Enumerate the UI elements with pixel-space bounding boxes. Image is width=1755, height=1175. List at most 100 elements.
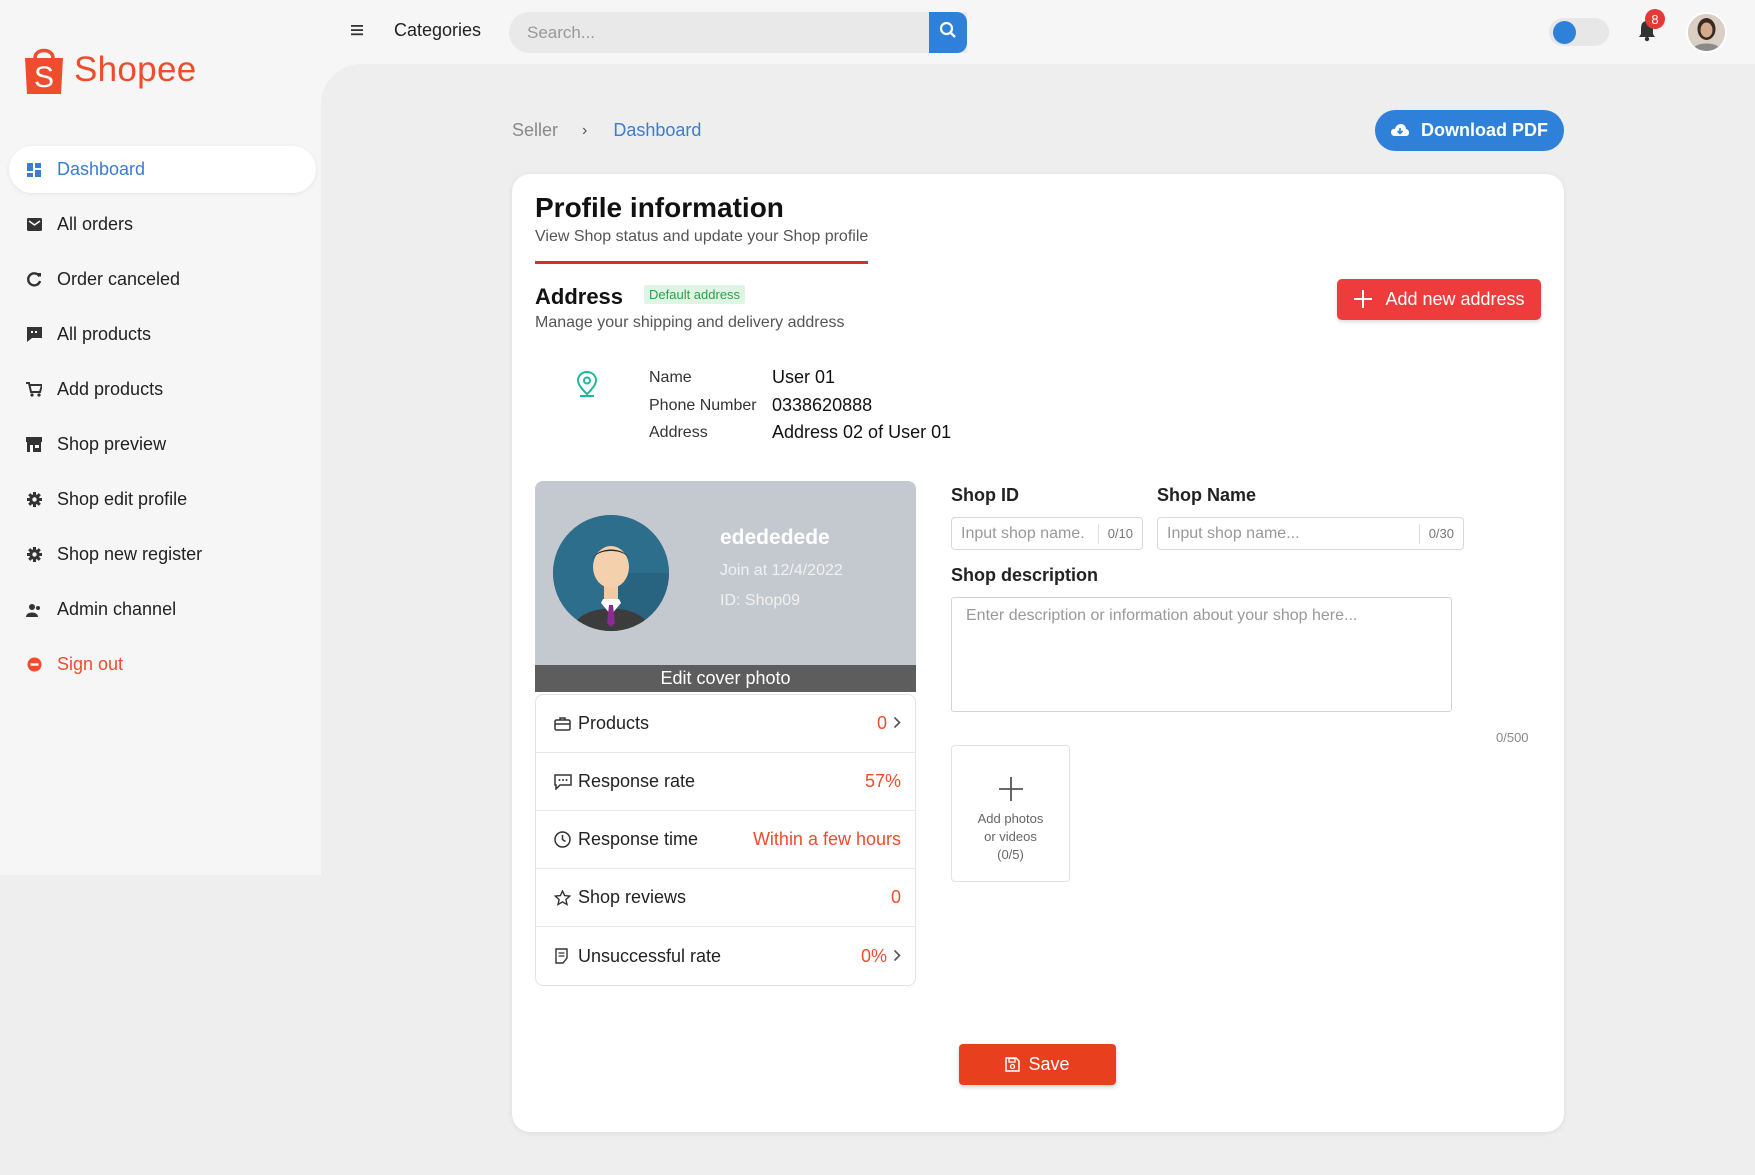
- shop-description-input[interactable]: [952, 598, 1451, 711]
- mail-icon: [25, 216, 43, 234]
- svg-text:S: S: [34, 61, 54, 94]
- search-button[interactable]: [929, 12, 967, 53]
- sidebar-item-shop-preview[interactable]: Shop preview: [9, 421, 316, 468]
- sidebar-item-label: Shop edit profile: [57, 489, 188, 509]
- notification-badge: 8: [1645, 9, 1665, 29]
- sidebar-item-all-orders[interactable]: All orders: [9, 201, 316, 248]
- shop-join-date: Join at 12/4/2022: [720, 562, 843, 579]
- breadcrumb-seller[interactable]: Seller: [512, 120, 558, 141]
- download-pdf-label: Download PDF: [1421, 120, 1548, 140]
- add-media-label: Add photos or videos (0/5): [977, 811, 1044, 862]
- description-char-count: 0/500: [1496, 730, 1529, 745]
- stat-value: 57%: [864, 771, 901, 791]
- shop-cover-card: edededede Join at 12/4/2022 ID: Shop09 E…: [535, 481, 916, 692]
- minus-circle-icon: [25, 656, 43, 674]
- shopee-logo[interactable]: S Shopee: [22, 44, 196, 96]
- shop-id-input[interactable]: [952, 518, 1098, 549]
- shopping-bag-icon: S: [22, 44, 66, 96]
- shop-name-field: 0/30: [1157, 517, 1464, 550]
- shop-name-label: Shop Name: [1157, 485, 1257, 505]
- sidebar-item-label: Sign out: [57, 654, 124, 674]
- shop-stats: Products 0 Response rate 57% Response ti…: [535, 694, 916, 986]
- chevron-right-icon: [893, 946, 901, 967]
- user-avatar[interactable]: [1686, 12, 1727, 53]
- briefcase-icon: [554, 714, 574, 734]
- add-new-address-button[interactable]: Add new address: [1337, 279, 1541, 320]
- location-pin-icon: [575, 370, 599, 398]
- shop-name-input[interactable]: [1158, 518, 1419, 549]
- sidebar-item-label: Shop new register: [57, 544, 203, 564]
- shop-name: edededede: [720, 526, 830, 549]
- stat-unsuccessful-rate[interactable]: Unsuccessful rate 0%: [536, 927, 915, 985]
- shop-id-char-count: 0/10: [1097, 523, 1142, 544]
- plus-icon: [997, 770, 1025, 810]
- dashboard-icon: [25, 161, 43, 179]
- sidebar-item-label: All products: [57, 324, 152, 344]
- sidebar-item-label: Shop preview: [57, 434, 167, 454]
- stat-value: 0: [876, 713, 887, 733]
- sidebar-item-label: Order canceled: [57, 269, 181, 289]
- phone-value: 0338620888: [772, 394, 873, 415]
- theme-toggle[interactable]: [1549, 18, 1609, 46]
- stat-value: Within a few hours: [752, 829, 901, 849]
- shop-name-char-count: 0/30: [1418, 523, 1463, 544]
- sidebar-item-shop-edit-profile[interactable]: Shop edit profile: [9, 476, 316, 523]
- floppy-disk-icon: [1005, 1057, 1021, 1072]
- edit-cover-photo-button[interactable]: Edit cover photo: [535, 665, 916, 692]
- sidebar-item-shop-new-register[interactable]: Shop new register: [9, 531, 316, 578]
- download-pdf-button[interactable]: Download PDF: [1375, 110, 1564, 151]
- gear-icon: [25, 491, 43, 509]
- stat-response-rate[interactable]: Response rate 57%: [536, 753, 915, 811]
- phone-label: Phone Number: [649, 396, 757, 414]
- stat-label: Products: [578, 713, 650, 733]
- plus-icon: [1353, 286, 1373, 314]
- sidebar-nav: Dashboard All orders Order canceled All …: [9, 146, 316, 696]
- stat-value: 0: [890, 887, 901, 907]
- sidebar-item-dashboard[interactable]: Dashboard: [9, 146, 316, 193]
- add-media-button[interactable]: Add photos or videos (0/5): [951, 745, 1070, 882]
- chat-icon: [25, 326, 43, 344]
- sidebar-item-admin-channel[interactable]: Admin channel: [9, 586, 316, 633]
- search-input[interactable]: [509, 12, 909, 53]
- page-subtitle: View Shop status and update your Shop pr…: [535, 228, 869, 245]
- hamburger-menu-icon[interactable]: [347, 20, 367, 40]
- save-button[interactable]: Save: [959, 1044, 1116, 1085]
- page-title: Profile information: [535, 192, 784, 223]
- sidebar-item-label: Dashboard: [57, 159, 146, 179]
- sidebar-item-add-products[interactable]: Add products: [9, 366, 316, 413]
- document-icon: [554, 946, 574, 966]
- stat-label: Response time: [578, 829, 699, 849]
- stat-label: Shop reviews: [578, 887, 687, 907]
- categories-link[interactable]: Categories: [394, 20, 481, 41]
- stat-response-time[interactable]: Response time Within a few hours: [536, 811, 915, 869]
- cloud-download-icon: [1391, 124, 1409, 137]
- chevron-right-icon: ›: [582, 121, 588, 139]
- shop-description-field: [951, 597, 1452, 712]
- gear-icon: [25, 546, 43, 564]
- sidebar-item-all-products[interactable]: All products: [9, 311, 316, 358]
- sidebar-item-label: Admin channel: [57, 599, 177, 619]
- stat-shop-reviews[interactable]: Shop reviews 0: [536, 869, 915, 927]
- message-icon: [554, 772, 574, 792]
- shop-description-label: Shop description: [951, 565, 1099, 585]
- save-label: Save: [1028, 1054, 1070, 1074]
- shop-id: ID: Shop09: [720, 592, 801, 609]
- sidebar-item-order-canceled[interactable]: Order canceled: [9, 256, 316, 303]
- add-new-address-label: Add new address: [1385, 289, 1525, 309]
- star-icon: [554, 888, 574, 908]
- shop-id-field: 0/10: [951, 517, 1143, 550]
- shop-avatar[interactable]: [553, 515, 669, 631]
- breadcrumb-dashboard[interactable]: Dashboard: [613, 120, 701, 141]
- stat-label: Unsuccessful rate: [578, 945, 722, 966]
- clock-icon: [554, 830, 574, 850]
- address-values: User 01 0338620888 Address 02 of User 01: [772, 364, 951, 447]
- shop-id-label: Shop ID: [951, 485, 1019, 505]
- stat-label: Response rate: [578, 771, 696, 791]
- sidebar-item-sign-out[interactable]: Sign out: [9, 641, 316, 688]
- sidebar-item-label: Add products: [57, 379, 164, 399]
- stat-products[interactable]: Products 0: [536, 695, 915, 753]
- users-icon: [25, 601, 43, 619]
- address-labels: Name Phone Number Address: [649, 364, 757, 447]
- stat-value: 0%: [860, 945, 887, 966]
- store-icon: [25, 436, 43, 454]
